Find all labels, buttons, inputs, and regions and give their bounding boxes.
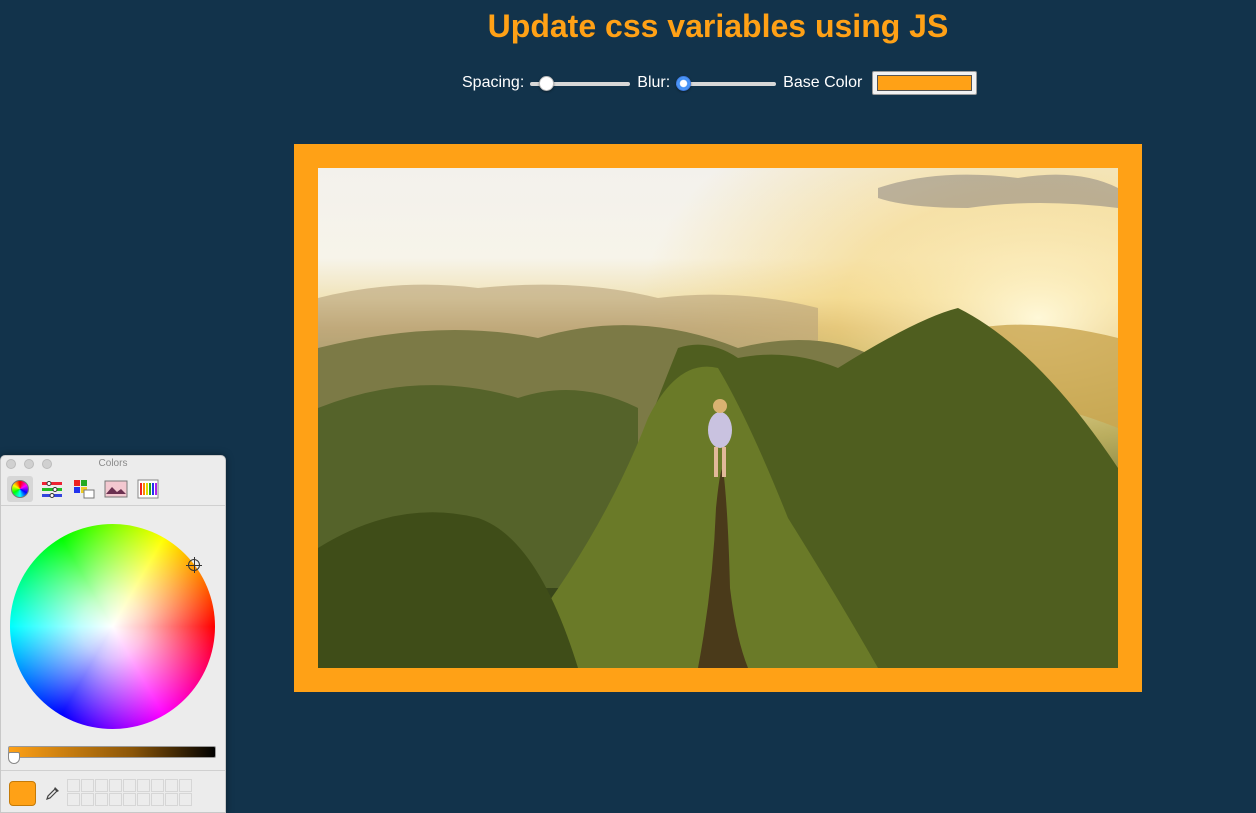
blur-slider[interactable] <box>676 75 777 91</box>
spacing-slider[interactable] <box>530 75 631 91</box>
saved-swatches-grid <box>67 779 192 806</box>
saved-swatch[interactable] <box>109 779 122 792</box>
brightness-slider-thumb[interactable] <box>8 752 20 764</box>
saved-swatch[interactable] <box>123 793 136 806</box>
brightness-slider[interactable] <box>8 746 216 758</box>
base-color-swatch <box>877 75 973 91</box>
saved-swatch[interactable] <box>123 779 136 792</box>
saved-swatch[interactable] <box>109 793 122 806</box>
saved-swatch[interactable] <box>81 793 94 806</box>
saved-swatch[interactable] <box>95 779 108 792</box>
spacing-label: Spacing: <box>462 74 525 91</box>
base-color-input[interactable] <box>872 71 978 95</box>
color-wheel-crosshair[interactable] <box>186 557 202 573</box>
blur-label: Blur: <box>637 74 671 91</box>
pencils-tab[interactable] <box>135 476 161 502</box>
saved-swatch[interactable] <box>67 779 80 792</box>
colors-panel-titlebar: Colors <box>1 456 225 472</box>
blur-slider-track <box>676 82 777 86</box>
image-palettes-icon <box>104 480 128 497</box>
color-palettes-tab[interactable] <box>71 476 97 502</box>
image-palettes-tab[interactable] <box>103 476 129 502</box>
saved-swatch[interactable] <box>179 779 192 792</box>
sliders-icon <box>42 480 62 498</box>
spacing-slider-thumb[interactable] <box>539 76 555 91</box>
blur-slider-thumb[interactable] <box>676 76 692 91</box>
mountain-photo <box>318 168 1118 668</box>
saved-swatch[interactable] <box>137 793 150 806</box>
current-color-swatch[interactable] <box>9 781 36 806</box>
color-sliders-tab[interactable] <box>39 476 65 502</box>
color-wheel-icon <box>11 479 29 498</box>
eyedropper-icon[interactable] <box>45 785 61 801</box>
pencils-icon <box>137 479 159 498</box>
saved-swatch[interactable] <box>67 793 80 806</box>
color-wheel-area <box>1 506 225 746</box>
saved-swatch[interactable] <box>179 793 192 806</box>
saved-swatch[interactable] <box>151 779 164 792</box>
colors-panel-footer <box>1 770 225 812</box>
colors-panel-title: Colors <box>98 458 128 469</box>
saved-swatch[interactable] <box>137 779 150 792</box>
color-wheel-tab[interactable] <box>7 475 33 502</box>
saved-swatch[interactable] <box>151 793 164 806</box>
saved-swatch[interactable] <box>165 779 178 792</box>
colors-panel: Colors <box>0 455 226 813</box>
page-title: Update css variables using JS <box>487 8 949 44</box>
color-wheel[interactable] <box>10 524 215 729</box>
saved-swatch[interactable] <box>81 779 94 792</box>
photo-illustration <box>318 168 1118 668</box>
image-frame <box>294 144 1142 692</box>
base-color-label: Base Color <box>783 74 863 91</box>
colors-panel-toolbar <box>1 472 225 506</box>
saved-swatch[interactable] <box>95 793 108 806</box>
controls-bar: Spacing: Blur: Base Color <box>462 70 978 96</box>
saved-swatch[interactable] <box>165 793 178 806</box>
palettes-icon <box>74 479 95 498</box>
